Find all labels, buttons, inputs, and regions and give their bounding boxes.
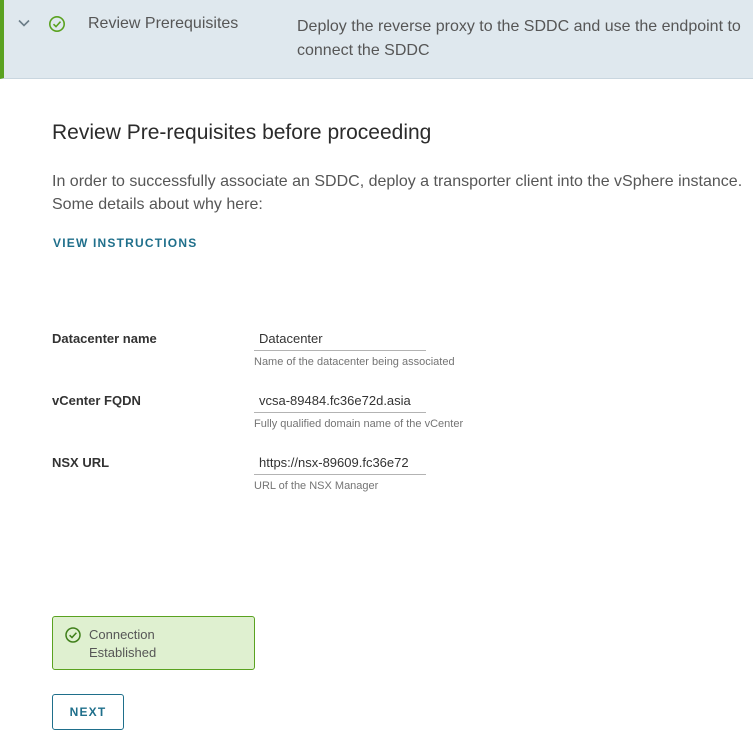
connection-status-alert: Connection Established	[52, 616, 255, 670]
vcenter-fqdn-label: vCenter FQDN	[52, 393, 141, 408]
page-title: Review Pre-requisites before proceeding	[52, 121, 432, 144]
step-description: Deploy the reverse proxy to the SDDC and…	[297, 18, 741, 59]
step-title: Review Prerequisites	[88, 15, 239, 32]
check-circle-icon	[48, 15, 66, 33]
wizard-page: Review Prerequisites Deploy the reverse …	[0, 0, 753, 748]
check-circle-icon	[64, 626, 82, 644]
datacenter-name-help: Name of the datacenter being associated	[254, 356, 455, 368]
connection-status-text: Connection Established	[89, 627, 157, 660]
step-header[interactable]: Review Prerequisites Deploy the reverse …	[0, 0, 753, 79]
intro-text: In order to successfully associate an SD…	[52, 173, 743, 213]
vcenter-fqdn-input[interactable]	[254, 389, 426, 413]
datacenter-name-label: Datacenter name	[52, 331, 157, 346]
next-button[interactable]: NEXT	[52, 694, 124, 730]
vcenter-fqdn-help: Fully qualified domain name of the vCent…	[254, 418, 464, 430]
view-instructions-link[interactable]: VIEW INSTRUCTIONS	[53, 236, 197, 250]
nsx-url-help: URL of the NSX Manager	[254, 480, 379, 492]
datacenter-name-input[interactable]	[254, 327, 426, 351]
nsx-url-input[interactable]	[254, 451, 426, 475]
nsx-url-label: NSX URL	[52, 455, 110, 470]
chevron-down-icon[interactable]	[17, 16, 31, 30]
